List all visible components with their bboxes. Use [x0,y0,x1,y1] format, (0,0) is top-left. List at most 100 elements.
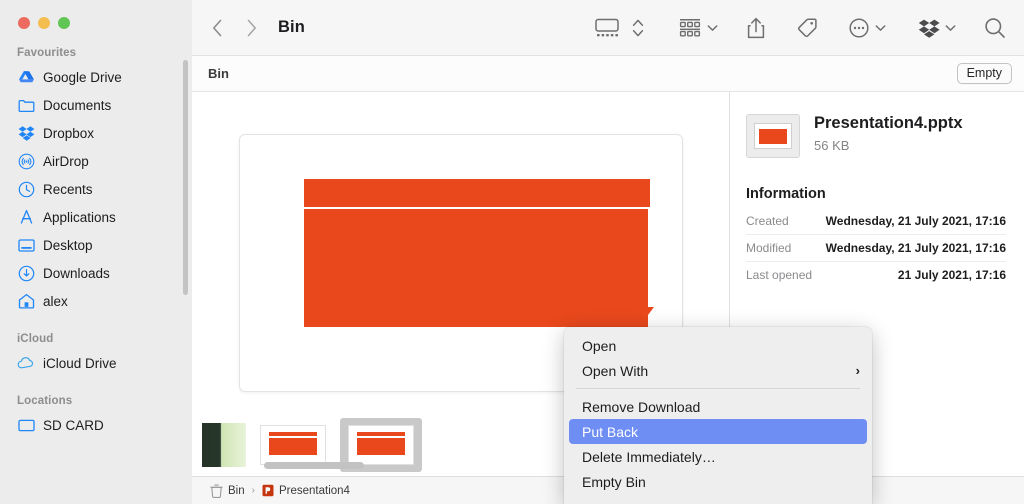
sidebar-item-sd-card[interactable]: SD CARD [0,411,192,439]
zoom-button[interactable] [58,17,70,29]
window-traffic-lights [0,0,192,29]
more-actions-button[interactable] [846,13,886,43]
navigation-arrows [206,15,262,41]
trash-icon [210,484,223,498]
menu-item-label: Delete Immediately… [582,449,716,465]
sidebar-item-recents[interactable]: Recents [0,175,192,203]
file-name: Presentation4.pptx [814,114,963,134]
empty-bin-button[interactable]: Empty [957,63,1012,84]
sidebar-item-label: Downloads [43,266,110,281]
menu-item-open-with[interactable]: Open With › [564,358,872,383]
sidebar-item-icloud-drive[interactable]: iCloud Drive [0,349,192,377]
breadcrumb-item-file[interactable]: Presentation4 [279,485,350,497]
toolbar-title: Bin [278,18,305,37]
thumb-presentation-a[interactable] [260,423,326,467]
slide-body-block [304,209,648,327]
finder-window: Favourites Google Drive Documents Dropbo… [0,0,1024,504]
main-area: Bin [192,0,1024,504]
sidebar-item-label: AirDrop [43,154,89,169]
info-row: Created Wednesday, 21 July 2021, 17:16 [746,208,1006,235]
info-header: Presentation4.pptx 56 KB [746,114,1006,158]
downloads-icon [17,264,35,282]
group-items-button[interactable] [676,13,718,43]
chevron-right-icon: › [856,363,860,378]
group-items-icon[interactable] [676,13,704,43]
thumb-image-green[interactable] [202,423,246,467]
dropbox-icon [17,124,35,142]
menu-item-remove-download[interactable]: Remove Download [564,394,872,419]
sidebar-item-label: Documents [43,98,111,113]
sidebar-item-applications[interactable]: Applications [0,203,192,231]
sidebar-item-google-drive[interactable]: Google Drive [0,63,192,91]
home-icon [17,292,35,310]
menu-item-label: Empty Bin [582,474,646,490]
location-label: Bin [208,66,229,81]
menu-item-empty-bin[interactable]: Empty Bin [564,469,872,494]
info-key: Created [746,214,789,228]
airdrop-icon [17,152,35,170]
view-gallery-icon[interactable] [592,13,622,43]
chevron-down-icon[interactable] [945,24,956,32]
gallery-scrollbar-thumb[interactable] [264,462,364,469]
sidebar-section-favourites: Favourites [0,47,192,63]
menu-item-open[interactable]: Open [564,333,872,358]
context-menu[interactable]: Open Open With › Remove Download Put Bac… [564,327,872,504]
chevron-down-icon[interactable] [707,24,718,32]
share-icon[interactable] [744,13,768,43]
info-row: Last opened 21 July 2021, 17:16 [746,262,1006,288]
clock-icon [17,180,35,198]
view-control-group[interactable] [592,13,646,43]
dropbox-button[interactable] [916,13,956,43]
menu-item-label: Open With [582,363,648,379]
sidebar-item-label: Google Drive [43,70,122,85]
menu-item-label: Remove Download [582,399,700,415]
view-stepper-icon[interactable] [630,13,646,43]
minimize-button[interactable] [38,17,50,29]
file-thumbnail-icon [746,114,800,158]
context-menu-caret [636,307,654,319]
sidebar-item-downloads[interactable]: Downloads [0,259,192,287]
sidebar-item-airdrop[interactable]: AirDrop [0,147,192,175]
dropbox-icon[interactable] [916,13,942,43]
toolbar: Bin [192,0,1024,56]
breadcrumb-separator: › [252,485,255,496]
info-value: Wednesday, 21 July 2021, 17:16 [826,214,1006,228]
powerpoint-icon [262,484,274,497]
breadcrumb-item-bin[interactable]: Bin [228,485,245,497]
sidebar-item-documents[interactable]: Documents [0,91,192,119]
menu-item-label: Put Back [582,424,638,440]
file-size: 56 KB [814,138,963,153]
forward-button[interactable] [240,15,262,41]
sidebar-item-label: SD CARD [43,418,104,433]
close-button[interactable] [18,17,30,29]
cloud-icon [17,354,35,372]
folder-icon [17,96,35,114]
more-actions-icon[interactable] [846,13,872,43]
sidebar-item-alex[interactable]: alex [0,287,192,315]
menu-item-put-back[interactable]: Put Back [569,419,867,444]
menu-item-delete-immediately[interactable]: Delete Immediately… [564,444,872,469]
sidebar-item-label: iCloud Drive [43,356,117,371]
sub-toolbar: Bin Empty [192,56,1024,92]
sidebar-item-label: alex [43,294,68,309]
desktop-icon [17,236,35,254]
menu-separator [576,388,860,389]
slide-title-block [304,179,650,207]
sidebar-item-label: Applications [43,210,116,225]
sidebar-scrollbar[interactable] [183,60,188,295]
information-section-title: Information [746,186,1006,202]
drive-icon [17,416,35,434]
search-icon[interactable] [982,13,1008,43]
sidebar-item-desktop[interactable]: Desktop [0,231,192,259]
sidebar-item-dropbox[interactable]: Dropbox [0,119,192,147]
sidebar: Favourites Google Drive Documents Dropbo… [0,0,192,504]
info-row: Modified Wednesday, 21 July 2021, 17:16 [746,235,1006,262]
sidebar-item-label: Desktop [43,238,93,253]
tag-icon[interactable] [794,13,820,43]
sidebar-item-label: Recents [43,182,93,197]
back-button[interactable] [206,15,228,41]
info-value: 21 July 2021, 17:16 [898,268,1006,282]
applications-icon [17,208,35,226]
sidebar-section-locations: Locations [0,395,192,411]
chevron-down-icon[interactable] [875,24,886,32]
